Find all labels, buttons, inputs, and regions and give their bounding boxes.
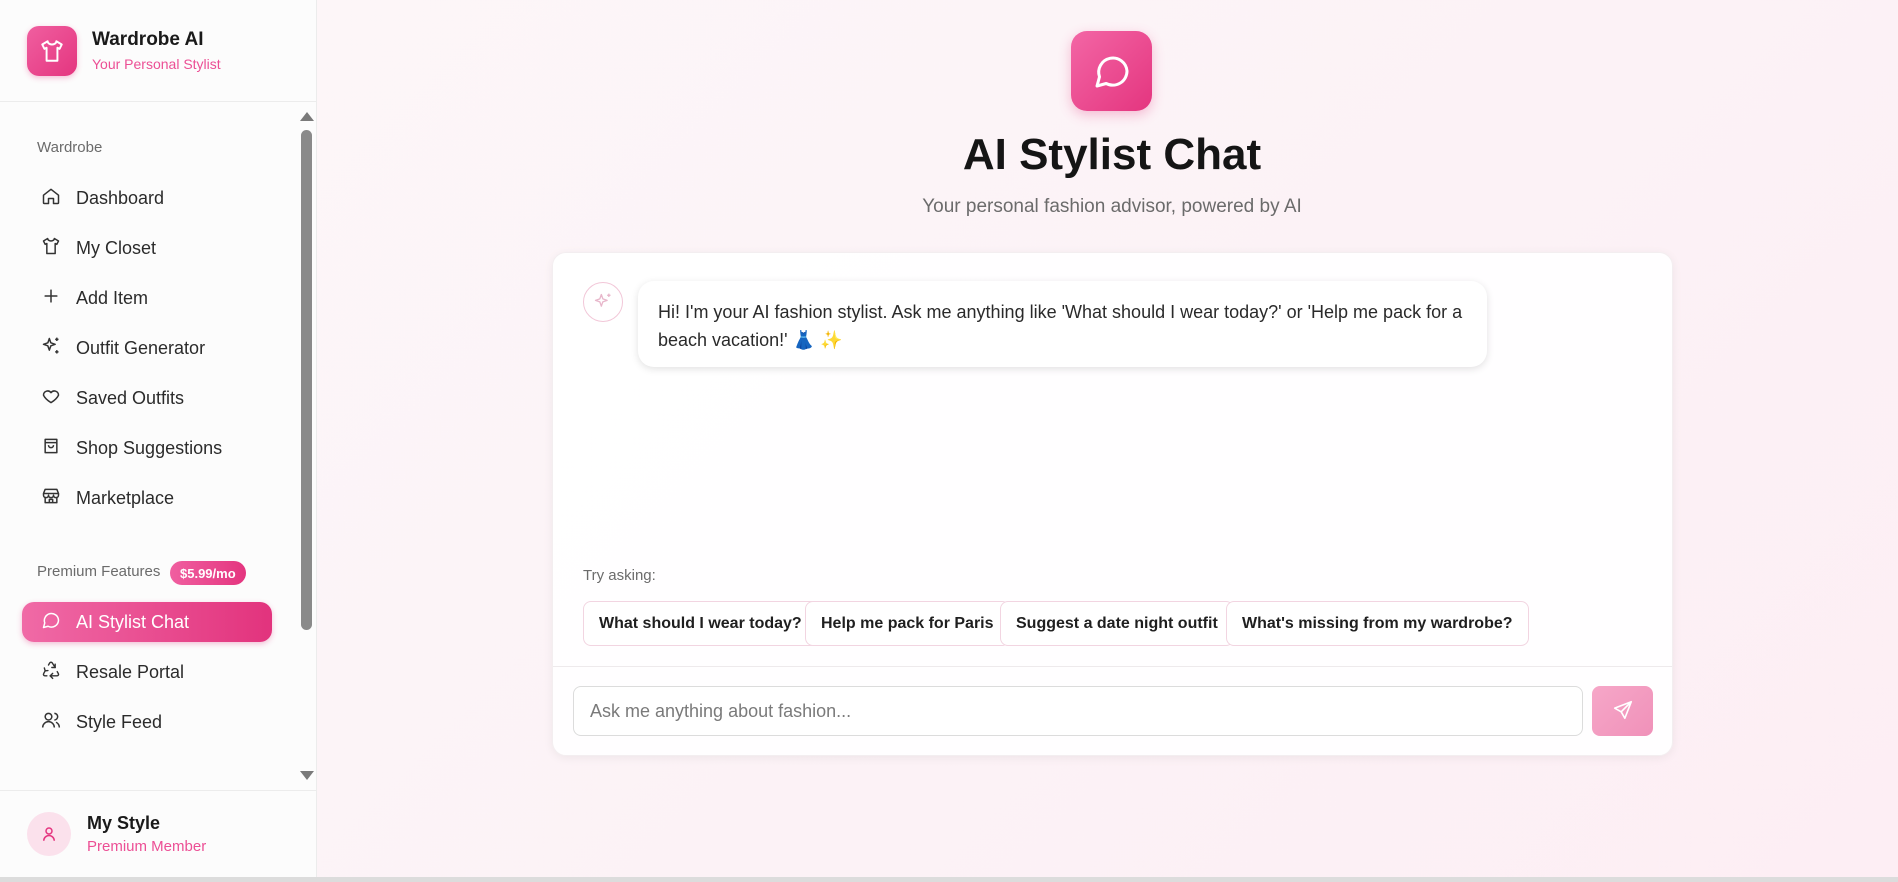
store-icon <box>41 486 61 511</box>
chat-icon <box>41 610 61 635</box>
bot-message: Hi! I'm your AI fashion stylist. Ask me … <box>638 281 1487 367</box>
sidebar-item-label: AI Stylist Chat <box>76 611 190 632</box>
heart-icon <box>41 386 61 411</box>
sidebar-item-label: Add Item <box>76 287 149 308</box>
users-icon <box>41 710 61 735</box>
profile-name: My Style <box>87 813 161 833</box>
suggestion-chip[interactable]: Suggest a date night outfit <box>1000 601 1234 646</box>
suggestion-chip[interactable]: What should I wear today? <box>583 601 818 646</box>
price-badge: $5.99/mo <box>170 561 246 585</box>
suggestion-chip[interactable]: What's missing from my wardrobe? <box>1226 601 1529 646</box>
sparkles-icon <box>41 336 61 361</box>
try-asking-label: Try asking: <box>583 567 656 584</box>
sidebar-item-label: Outfit Generator <box>76 337 206 358</box>
shopping-bag-icon <box>41 436 61 461</box>
brand-title: Wardrobe AI <box>92 29 204 50</box>
avatar <box>27 812 71 856</box>
section-label-premium: Premium Features <box>37 563 161 580</box>
shirt-icon <box>27 25 77 76</box>
chat-input[interactable] <box>573 686 1583 736</box>
scroll-up-arrow-icon[interactable] <box>300 112 314 121</box>
shirt-icon <box>41 236 61 261</box>
profile-subtitle: Premium Member <box>87 838 207 855</box>
sidebar-item-label: Shop Suggestions <box>76 437 223 458</box>
user-profile[interactable]: My Style Premium Member <box>0 790 317 877</box>
send-icon <box>1612 699 1634 724</box>
divider <box>553 666 1672 667</box>
chat-panel: Hi! I'm your AI fashion stylist. Ask me … <box>552 252 1673 756</box>
sidebar-item-ai-stylist-chat[interactable]: AI Stylist Chat <box>22 602 272 642</box>
window-bottom-edge <box>0 877 1898 882</box>
sidebar-item-add-item[interactable]: Add Item <box>22 278 272 318</box>
sidebar-item-my-closet[interactable]: My Closet <box>22 228 272 268</box>
recycle-icon <box>41 660 61 685</box>
page-subtitle: Your personal fashion advisor, powered b… <box>922 196 1302 217</box>
plus-icon <box>41 286 61 311</box>
sidebar-item-label: Marketplace <box>76 487 175 508</box>
sidebar-item-shop-suggestions[interactable]: Shop Suggestions <box>22 428 272 468</box>
scroll-down-arrow-icon[interactable] <box>300 771 314 780</box>
brand-header: Wardrobe AI Your Personal Stylist <box>0 0 316 102</box>
send-button[interactable] <box>1592 686 1653 736</box>
sidebar-item-label: My Closet <box>76 237 157 258</box>
brand-subtitle: Your Personal Stylist <box>92 56 221 72</box>
sidebar-item-marketplace[interactable]: Marketplace <box>22 478 272 518</box>
sidebar-item-label: Style Feed <box>76 711 163 732</box>
sparkles-icon <box>583 282 623 322</box>
sidebar-item-saved-outfits[interactable]: Saved Outfits <box>22 378 272 418</box>
sidebar-item-label: Resale Portal <box>76 661 185 682</box>
page-title: AI Stylist Chat <box>962 130 1262 179</box>
sidebar-item-style-feed[interactable]: Style Feed <box>22 702 272 742</box>
sidebar-item-label: Saved Outfits <box>76 387 185 408</box>
chat-icon <box>1071 31 1152 111</box>
sidebar-item-resale-portal[interactable]: Resale Portal <box>22 652 272 692</box>
suggestion-chip[interactable]: Help me pack for Paris <box>805 601 1010 646</box>
sidebar-item-outfit-generator[interactable]: Outfit Generator <box>22 328 272 368</box>
